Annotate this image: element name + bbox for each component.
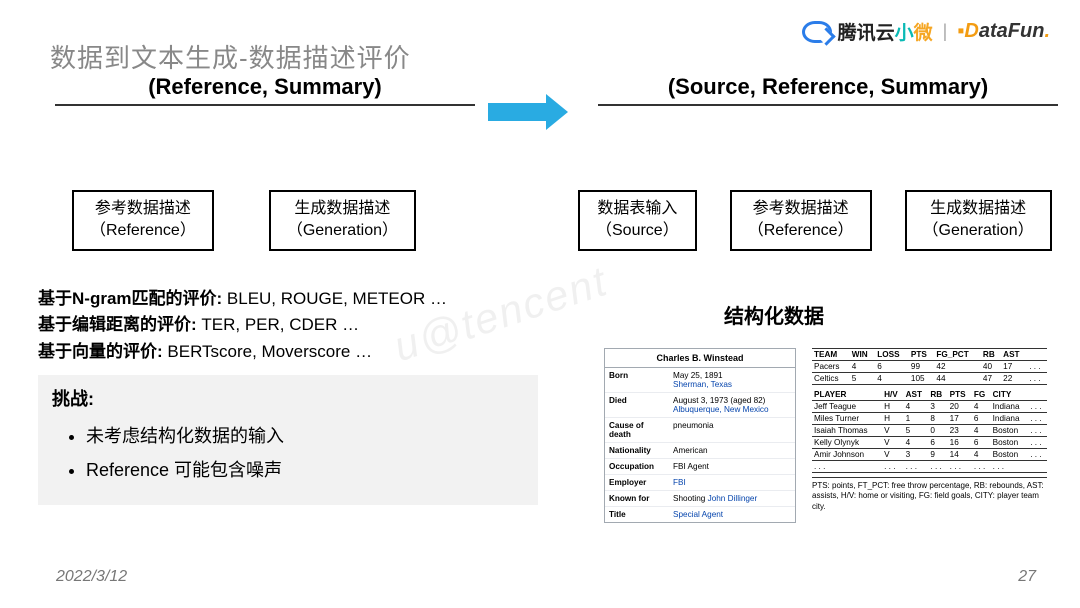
wiki-title: Charles B. Winstead	[605, 349, 795, 368]
stats-tables: TEAMWINLOSSPTSFG_PCTRBASTPacers469942401…	[812, 348, 1047, 512]
box-source: 数据表输入（Source）	[578, 190, 697, 251]
right-boxes: 数据表输入（Source） 参考数据描述（Reference） 生成数据描述（G…	[578, 190, 1052, 251]
metrics-list: 基于N-gram匹配的评价: BLEU, ROUGE, METEOR … 基于编…	[38, 286, 447, 365]
tencent-logo: 腾讯云小微	[802, 18, 933, 45]
box-generation-r: 生成数据描述（Generation）	[905, 190, 1052, 251]
structured-data-title: 结构化数据	[724, 300, 824, 329]
challenge-item: 未考虑结构化数据的输入	[86, 419, 524, 453]
team-table: TEAMWINLOSSPTSFG_PCTRBASTPacers469942401…	[812, 348, 1047, 385]
challenges-header: 挑战:	[52, 385, 524, 411]
left-boxes: 参考数据描述（Reference） 生成数据描述（Generation）	[72, 190, 416, 251]
cloud-icon	[802, 21, 832, 43]
challenges-panel: 挑战: 未考虑结构化数据的输入 Reference 可能包含噪声	[38, 375, 538, 505]
datafun-logo: ▪DataFun.	[957, 20, 1050, 43]
heading-left: (Reference, Summary)	[55, 74, 475, 106]
box-reference: 参考数据描述（Reference）	[72, 190, 214, 251]
arrow-icon	[488, 94, 568, 130]
stats-caption: PTS: points, FT_PCT: free throw percenta…	[812, 477, 1047, 512]
logo-row: 腾讯云小微 | ▪DataFun.	[802, 18, 1050, 45]
slide-title: 数据到文本生成-数据描述评价	[50, 38, 411, 75]
player-table: PLAYERH/VASTRBPTSFGCITYJeff TeagueH43204…	[812, 389, 1047, 473]
footer-date: 2022/3/12	[56, 568, 127, 586]
box-generation: 生成数据描述（Generation）	[269, 190, 416, 251]
box-reference-r: 参考数据描述（Reference）	[730, 190, 872, 251]
wiki-infobox: Charles B. Winstead BornMay 25, 1891Sher…	[604, 348, 796, 523]
heading-right: (Source, Reference, Summary)	[598, 74, 1058, 106]
separator: |	[943, 21, 948, 42]
challenge-item: Reference 可能包含噪声	[86, 453, 524, 487]
footer-page: 27	[1018, 568, 1036, 586]
